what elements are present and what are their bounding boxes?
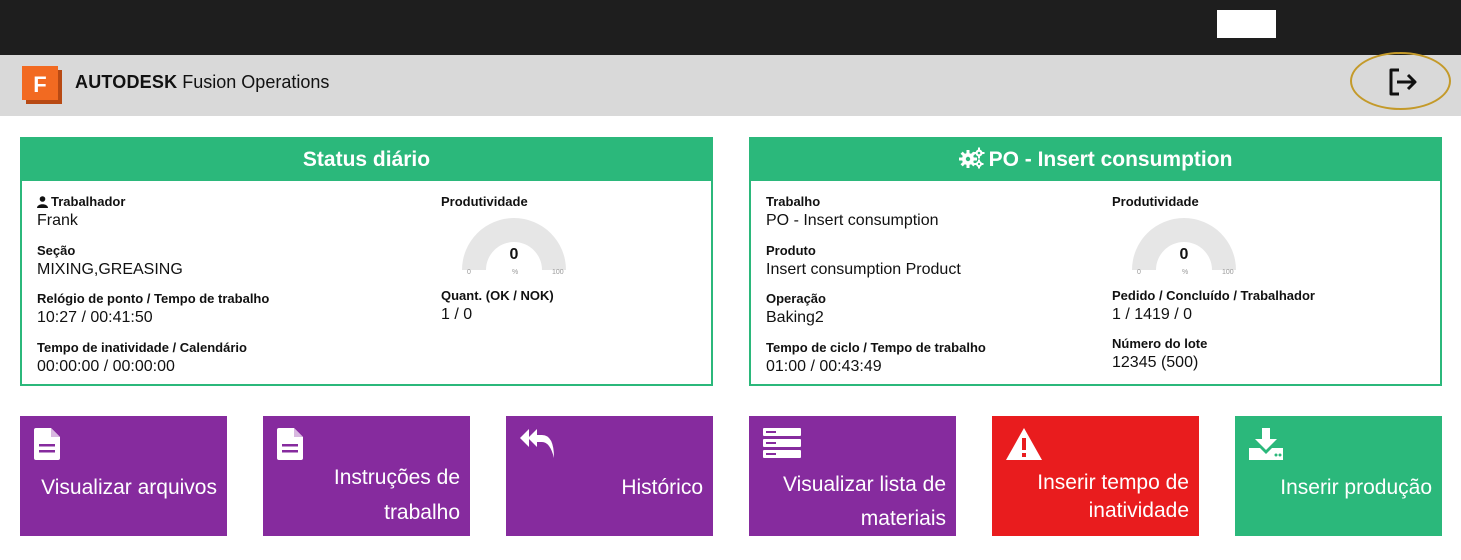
server-list-icon (763, 428, 801, 458)
po-panel: PO - Insert consumption Trabalho PO - In… (749, 137, 1442, 386)
order-value: 1 / 1419 / 0 (1112, 306, 1193, 323)
clock-label: Relógio de ponto / Tempo de trabalho (37, 291, 270, 306)
quantity-field: Quant. (OK / NOK) 1 / 0 (441, 288, 554, 325)
job-label: Trabalho (766, 194, 821, 209)
cycle-field: Tempo de ciclo / Tempo de trabalho 01:00… (766, 340, 986, 377)
po-productivity-field: Produtividade (1112, 194, 1199, 210)
po-gauge-max: 100 (1222, 269, 1234, 276)
document-icon (34, 428, 60, 460)
insert-production-button[interactable]: Inserir produção (1235, 416, 1442, 536)
idle-field: Tempo de inatividade / Calendário 00:00:… (37, 340, 247, 377)
worker-value: Frank (37, 212, 78, 229)
clock-value: 10:27 / 00:41:50 (37, 309, 153, 326)
gears-icon (958, 147, 985, 169)
worker-label: Trabalhador (51, 194, 126, 209)
operation-label: Operação (766, 291, 826, 306)
gauge-value: 0 (509, 246, 519, 263)
history-label: Histórico (621, 476, 703, 499)
gauge-min: 0 (467, 269, 471, 276)
bom-label-line1: Visualizar lista de (782, 473, 946, 496)
section-value: MIXING,GREASING (37, 261, 183, 278)
svg-text:F: F (33, 72, 46, 97)
clock-field: Relógio de ponto / Tempo de trabalho 10:… (37, 291, 269, 328)
order-field: Pedido / Concluído / Trabalhador 1 / 141… (1112, 288, 1315, 325)
bom-button[interactable]: Visualizar lista de materiais (749, 416, 956, 536)
top-bar-blank-box (1217, 10, 1276, 38)
work-instructions-button[interactable]: Instruções de trabalho (263, 416, 470, 536)
insert-downtime-label-line2: inatividade (1088, 499, 1189, 522)
lot-label: Número do lote (1112, 336, 1208, 351)
daily-status-panel: Status diário Trabalhador Frank Seção MI… (20, 137, 713, 386)
logout-button[interactable] (1350, 52, 1451, 110)
quantity-value: 1 / 0 (441, 306, 473, 323)
daily-status-title: Status diário (22, 139, 711, 181)
cycle-label: Tempo de ciclo / Tempo de trabalho (766, 340, 986, 355)
po-gauge-value: 0 (1179, 246, 1189, 263)
app-header: F AUTODESK Fusion Operations (0, 55, 1461, 116)
product-field: Produto Insert consumption Product (766, 243, 961, 280)
work-instructions-label-line1: Instruções de (333, 466, 460, 489)
product-label: Produto (766, 243, 816, 258)
insert-production-label: Inserir produção (1280, 476, 1432, 499)
po-gauge-min: 0 (1137, 269, 1141, 276)
worker-field: Trabalhador Frank (37, 194, 125, 231)
cycle-value: 01:00 / 00:43:49 (766, 358, 882, 375)
po-title: PO - Insert consumption (751, 139, 1440, 181)
view-files-button[interactable]: Visualizar arquivos (20, 416, 227, 536)
gauge-max: 100 (552, 269, 564, 276)
warning-icon (1006, 428, 1042, 460)
productivity-label: Produtividade (441, 194, 528, 209)
operation-field: Operação Baking2 (766, 291, 826, 328)
operation-value: Baking2 (766, 309, 824, 326)
work-instructions-label-line2: trabalho (384, 501, 460, 524)
quantity-label: Quant. (OK / NOK) (441, 288, 554, 303)
po-productivity-label: Produtividade (1112, 194, 1199, 209)
po-gauge-unit: % (1182, 269, 1189, 276)
job-value: PO - Insert consumption (766, 212, 939, 229)
view-files-label: Visualizar arquivos (41, 476, 217, 499)
lot-field: Número do lote 12345 (500) (1112, 336, 1207, 373)
reply-all-icon (520, 429, 554, 458)
bom-label-line2: materiais (860, 507, 946, 530)
productivity-field: Produtividade (441, 194, 528, 210)
top-bar (0, 0, 1461, 55)
po-productivity-gauge: 0 0 % 100 (1129, 213, 1239, 283)
product-value: Insert consumption Product (766, 261, 961, 278)
brand-title: AUTODESK Fusion Operations (75, 72, 330, 92)
idle-value: 00:00:00 / 00:00:00 (37, 358, 175, 375)
logout-icon (1389, 68, 1417, 96)
section-label: Seção (37, 243, 76, 258)
order-label: Pedido / Concluído / Trabalhador (1112, 288, 1315, 303)
productivity-gauge: 0 0 % 100 (459, 213, 569, 283)
lot-value: 12345 (500) (1112, 354, 1199, 371)
document-icon (277, 428, 303, 460)
section-field: Seção MIXING,GREASING (37, 243, 183, 280)
download-tray-icon (1249, 428, 1283, 460)
user-icon (37, 196, 48, 208)
idle-label: Tempo de inatividade / Calendário (37, 340, 247, 355)
gauge-unit: % (512, 269, 519, 276)
fusion-logo-icon: F (22, 66, 62, 104)
insert-downtime-button[interactable]: Inserir tempo de inatividade (992, 416, 1199, 536)
history-button[interactable]: Histórico (506, 416, 713, 536)
job-field: Trabalho PO - Insert consumption (766, 194, 939, 231)
